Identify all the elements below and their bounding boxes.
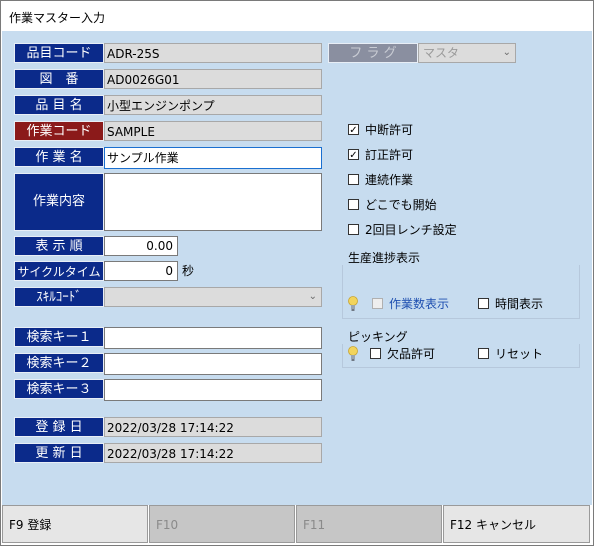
work-master-window: 作業マスター入力 品目コード ADR-25S フ ラ グ マスタ ⌄ 図 番 A… [0,0,594,546]
lightbulb-icon [348,296,358,311]
work-code-field: SAMPLE [104,121,322,141]
work-name-input[interactable]: サンプル作業 [104,147,322,169]
drawing-no-label: 図 番 [14,69,104,89]
search-key1-label: 検索キー１ [14,327,104,347]
shortage-allowed-label: 欠品許可 [387,347,436,361]
registered-date-field: 2022/03/28 17:14:22 [104,417,322,437]
search-key3-label: 検索キー３ [14,379,104,399]
checkbox-box [348,224,359,235]
search-key2-label: 検索キー２ [14,353,104,373]
checkbox-box [478,298,489,309]
interrupt-allowed-label: 中断許可 [365,123,414,137]
picking-title: ピッキング [348,330,408,344]
time-display-label: 時間表示 [495,297,544,311]
skill-code-select[interactable]: ⌄ [104,287,322,307]
work-count-display-checkbox[interactable]: 作業数表示 [372,295,449,313]
flag-select: マスタ ⌄ [418,43,516,63]
lightbulb-icon [348,346,358,361]
time-display-checkbox[interactable]: 時間表示 [478,295,543,313]
work-name-label: 作 業 名 [14,147,104,167]
drawing-no-field: AD0026G01 [104,69,322,89]
updated-date-label: 更 新 日 [14,443,104,463]
display-order-input[interactable]: 0.00 [104,236,178,256]
work-content-label: 作業内容 [14,173,104,231]
function-key-bar: F9 登録 F10 F11 F12 キャンセル [2,505,592,545]
second-wrench-label: 2回目レンチ設定 [365,223,457,237]
registered-date-label: 登 録 日 [14,417,104,437]
progress-display-title: 生産進捗表示 [348,251,421,265]
work-count-display-label: 作業数表示 [389,297,450,311]
continuous-work-checkbox[interactable]: 連続作業 [348,171,413,189]
f11-button: F11 [296,505,442,543]
flag-select-value: マスタ [423,46,460,60]
form-panel: 品目コード ADR-25S フ ラ グ マスタ ⌄ 図 番 AD0026G01 … [2,31,592,505]
continuous-work-label: 連続作業 [365,173,414,187]
reset-checkbox[interactable]: リセット [478,345,543,363]
title-bar: 作業マスター入力 [1,1,593,31]
cycle-time-input[interactable]: 0 [104,261,178,281]
f10-button: F10 [149,505,295,543]
work-code-label: 作業コード [14,121,104,141]
second-wrench-checkbox[interactable]: 2回目レンチ設定 [348,221,457,239]
checkbox-box [370,348,381,359]
checkbox-box [348,199,359,210]
item-code-field: ADR-25S [104,43,322,63]
cycle-time-label: サイクルタイム [14,261,104,281]
item-name-label: 品 目 名 [14,95,104,115]
checkbox-box [372,298,383,309]
reset-label: リセット [495,347,544,361]
chevron-down-icon: ⌄ [308,291,317,302]
interrupt-allowed-checkbox[interactable]: ✓ 中断許可 [348,121,413,139]
start-anywhere-checkbox[interactable]: どこでも開始 [348,196,437,214]
search-key1-input[interactable] [104,327,322,349]
work-content-textarea[interactable] [104,173,322,231]
display-order-label: 表 示 順 [14,236,104,256]
checkbox-box [348,174,359,185]
shortage-allowed-checkbox[interactable]: 欠品許可 [370,345,435,363]
item-name-field: 小型エンジンポンプ [104,95,322,115]
chevron-down-icon: ⌄ [502,47,511,58]
f9-register-button[interactable]: F9 登録 [2,505,148,543]
correction-allowed-checkbox[interactable]: ✓ 訂正許可 [348,146,413,164]
f12-cancel-button[interactable]: F12 キャンセル [443,505,590,543]
window-title: 作業マスター入力 [9,11,106,25]
item-code-label: 品目コード [14,43,104,63]
checkmark-icon: ✓ [348,124,359,136]
updated-date-field: 2022/03/28 17:14:22 [104,443,322,463]
checkbox-box [478,348,489,359]
flag-label: フ ラ グ [328,43,418,63]
start-anywhere-label: どこでも開始 [365,198,437,212]
correction-allowed-label: 訂正許可 [365,148,414,162]
search-key2-input[interactable] [104,353,322,375]
skill-code-label: ｽｷﾙｺｰﾄﾞ [14,287,104,307]
search-key3-input[interactable] [104,379,322,401]
checkmark-icon: ✓ [348,149,359,161]
cycle-time-unit: 秒 [182,264,195,278]
